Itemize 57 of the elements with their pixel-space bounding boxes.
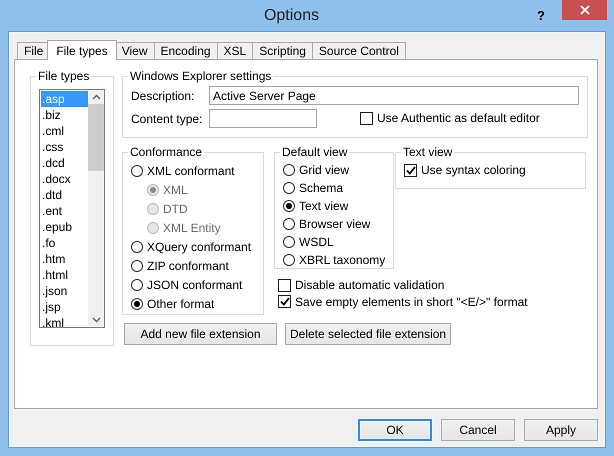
radio-button[interactable]: Schema — [283, 179, 344, 197]
checkbox[interactable]: Use syntax coloring — [404, 161, 526, 179]
dialog-button[interactable]: Cancel — [441, 419, 515, 441]
list-item[interactable]: .dcd — [41, 155, 88, 171]
field-label: Content type: — [131, 112, 203, 126]
radio-button[interactable]: XBRL taxonomy — [283, 251, 386, 269]
radio-button[interactable]: XML conformant — [131, 162, 235, 180]
help-button[interactable]: ? — [535, 8, 547, 23]
list-item[interactable]: .kml — [41, 315, 88, 327]
window-title: Options — [262, 6, 320, 24]
delete-extension-button[interactable]: Delete selected file extension — [285, 323, 452, 345]
checkmark-icon — [280, 297, 290, 306]
tab[interactable]: Scripting — [252, 42, 313, 59]
add-extension-button[interactable]: Add new file extension — [124, 323, 277, 345]
radio-button[interactable]: WSDL — [283, 233, 334, 251]
list-item[interactable]: .ent — [41, 203, 88, 219]
scroll-down-icon[interactable] — [92, 317, 100, 323]
scroll-up-icon[interactable] — [92, 94, 100, 100]
list-item[interactable]: .dtd — [41, 187, 88, 203]
tab[interactable]: Source Control — [312, 42, 406, 59]
checkmark-icon — [406, 166, 416, 174]
radio-button[interactable]: JSON conformant — [131, 276, 242, 294]
radio-button[interactable]: Browser view — [283, 215, 370, 233]
list-item[interactable]: .json — [41, 283, 88, 299]
field-label: Description: — [131, 88, 196, 102]
checkbox[interactable]: Save empty elements in short "<E/>" format — [278, 292, 528, 310]
radio-button[interactable]: Other format — [131, 295, 214, 313]
file-type-list[interactable]: .asp .biz .cml .css .dcd .docx .dtd .ent .epub .fo .htm .html .json .jsp .kml — [39, 89, 105, 328]
tab[interactable]: Encoding — [154, 42, 218, 59]
radio-button[interactable]: Grid view — [283, 161, 350, 179]
scrollbar-thumb[interactable] — [88, 104, 104, 171]
tab[interactable]: File types — [47, 40, 117, 60]
checkbox[interactable]: Disable automatic validation — [278, 276, 444, 294]
close-icon — [580, 5, 590, 15]
group-title: File types — [37, 69, 90, 83]
checkbox[interactable]: Use Authentic as default editor — [360, 109, 540, 128]
dialog-button[interactable]: OK — [358, 419, 432, 441]
list-item[interactable]: .html — [41, 267, 88, 283]
dialog-button[interactable]: Apply — [524, 419, 598, 441]
group-title: Default view — [281, 145, 348, 159]
list-item[interactable]: .jsp — [41, 299, 88, 315]
list-item[interactable]: .epub — [41, 219, 88, 235]
list-item[interactable]: .biz — [41, 107, 88, 123]
radio-button[interactable]: Text view — [283, 197, 348, 215]
content-type-field[interactable] — [209, 109, 317, 128]
list-item[interactable]: .htm — [41, 251, 88, 267]
description-field[interactable]: Active Server Page — [209, 86, 579, 105]
list-item[interactable]: .css — [41, 139, 88, 155]
list-item[interactable]: .fo — [41, 235, 88, 251]
list-item[interactable]: .cml — [41, 123, 88, 139]
group-title: Text view — [402, 145, 454, 159]
radio-button[interactable]: ZIP conformant — [131, 257, 229, 275]
list-item[interactable]: .docx — [41, 171, 88, 187]
radio-button[interactable]: XQuery conformant — [131, 238, 252, 256]
group-title: Conformance — [129, 145, 204, 159]
group-title: Windows Explorer settings — [129, 69, 272, 83]
close-button[interactable] — [562, 0, 607, 20]
